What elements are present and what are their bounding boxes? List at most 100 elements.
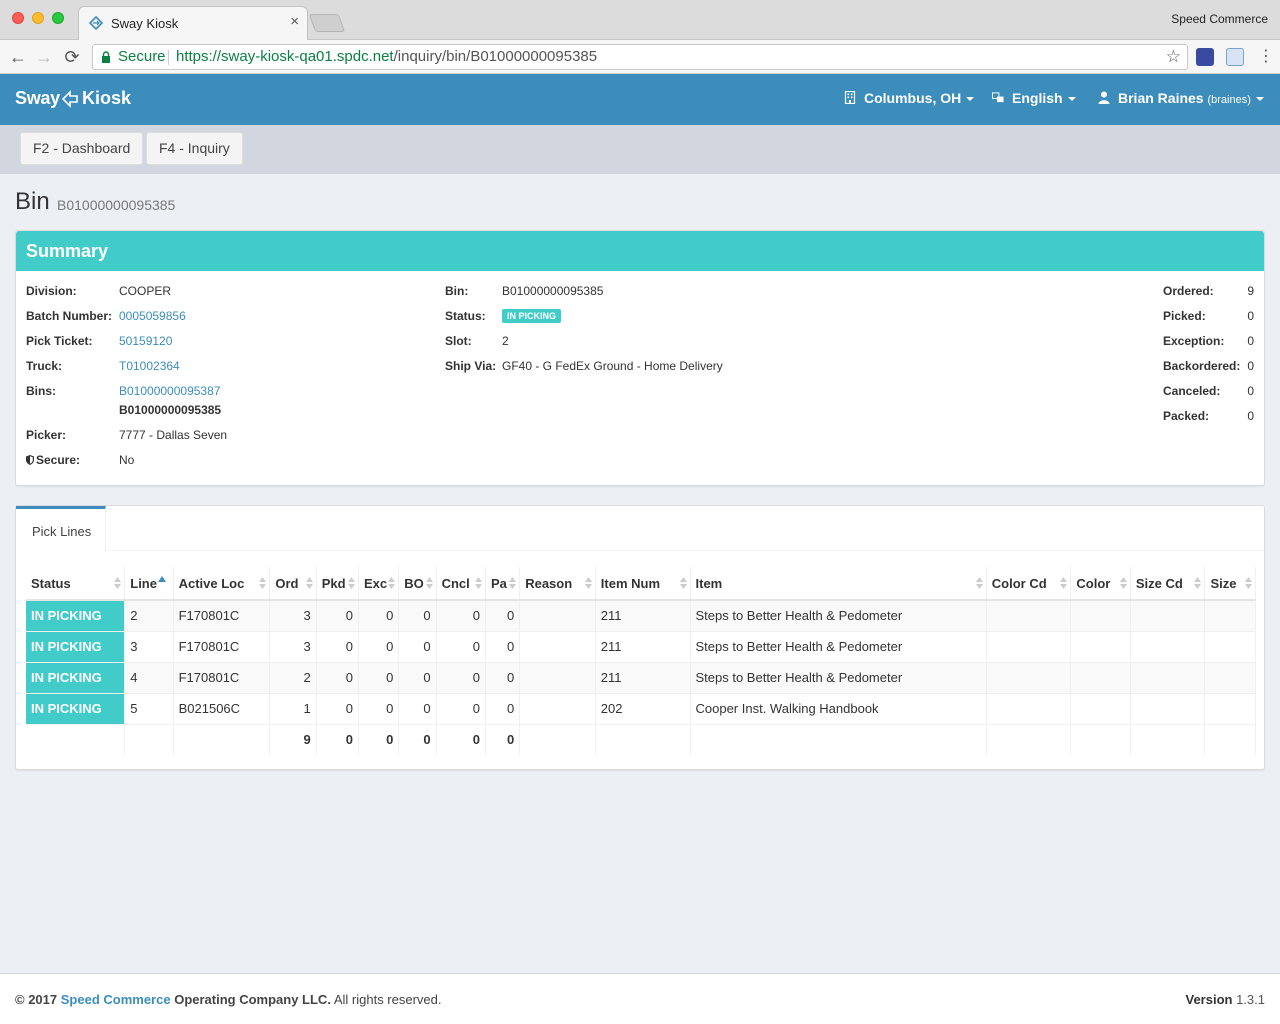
browser-tab-bar: Sway Kiosk × Speed Commerce (0, 0, 1280, 40)
company-link[interactable]: Speed Commerce (61, 992, 171, 1007)
column-label: Active Loc (178, 575, 245, 591)
table-row[interactable]: IN PICKING 5 B021506C 1 0 0 0 0 0 202 Co… (26, 692, 1256, 724)
summary-title: Summary (26, 241, 109, 261)
tab-pick-lines[interactable]: Pick Lines (16, 506, 106, 552)
column-header-status[interactable]: Status (26, 567, 126, 601)
exc-cell: 0 (358, 661, 400, 693)
item-cell: Steps to Better Health & Pedometer (690, 630, 987, 662)
tab-close-icon[interactable]: × (290, 13, 299, 30)
bookmark-star-icon[interactable]: ☆ (1166, 45, 1181, 69)
column-header-color[interactable]: Color (1070, 567, 1131, 601)
secure-value: No (119, 453, 135, 467)
browser-profile-name[interactable]: Speed Commerce (1171, 12, 1268, 26)
language-label: English (1012, 90, 1063, 106)
table-row[interactable]: IN PICKING 4 F170801C 2 0 0 0 0 0 211 St… (26, 661, 1256, 693)
column-header-bo[interactable]: BO (398, 567, 437, 601)
column-header-size[interactable]: Size (1204, 567, 1256, 601)
column-label: Pa (490, 575, 507, 591)
brand-logo-right[interactable]: Kiosk (82, 88, 131, 109)
sort-icon (1119, 577, 1127, 589)
sort-icon (305, 577, 313, 589)
batch-number-label: Batch Number: (26, 309, 113, 323)
back-arrow-icon[interactable]: ← (6, 45, 30, 69)
new-tab-button[interactable] (308, 14, 346, 32)
item-num-cell: 211 (595, 599, 691, 631)
column-label: Item Num (600, 575, 661, 591)
bin-link[interactable]: B01000000095387 (119, 384, 220, 398)
table-row[interactable]: IN PICKING 2 F170801C 3 0 0 0 0 0 211 St… (26, 599, 1256, 631)
picked-label: Picked: (1163, 309, 1206, 323)
canceled-value: 0 (1247, 384, 1254, 398)
user-menu-dropdown[interactable]: Brian Raines (braines) (1098, 90, 1264, 106)
secure-field-label: Secure: (26, 453, 80, 467)
column-header-color-cd[interactable]: Color Cd (986, 567, 1072, 601)
column-header-exc[interactable]: Exc (358, 567, 400, 601)
chevron-down-icon (966, 97, 975, 102)
language-dropdown[interactable]: English (992, 90, 1076, 106)
status-label: Status: (445, 309, 486, 323)
bins-label: Bins: (26, 384, 56, 398)
status-cell: IN PICKING (26, 692, 126, 724)
column-header-item[interactable]: Item (690, 567, 987, 601)
size-cd-cell (1130, 630, 1206, 662)
pick-lines-panel: Pick Lines Status Line Active Loc Ord Pk… (15, 505, 1265, 770)
bo-cell: 0 (398, 661, 437, 693)
inquiry-button[interactable]: F4 - Inquiry (146, 132, 243, 165)
table-row[interactable]: IN PICKING 3 F170801C 3 0 0 0 0 0 211 St… (26, 630, 1256, 662)
window-minimize-button[interactable] (32, 12, 44, 24)
brand-logo-left[interactable]: Sway (15, 88, 60, 109)
window-maximize-button[interactable] (52, 12, 64, 24)
status-cell: IN PICKING (26, 599, 126, 631)
address-bar[interactable]: Secure https://sway-kiosk-qa01.spdc.net/… (92, 44, 1188, 70)
browser-menu-icon[interactable]: ⋮ (1258, 46, 1274, 66)
pkd-cell: 0 (316, 692, 360, 724)
extension-icon[interactable] (1196, 48, 1214, 66)
sort-icon (474, 577, 482, 589)
bin-label: Bin: (445, 284, 469, 298)
bo-cell: 0 (398, 692, 437, 724)
column-header-reason[interactable]: Reason (519, 567, 596, 601)
sort-icon (509, 577, 517, 589)
column-header-cncl[interactable]: Cncl (436, 567, 486, 601)
exception-value: 0 (1247, 334, 1254, 348)
pick-lines-tabs: Pick Lines (16, 506, 1264, 552)
secure-label: Secure (118, 48, 166, 65)
user-name: Brian Raines (1118, 90, 1204, 106)
column-header-active-loc[interactable]: Active Loc (173, 567, 271, 601)
totals-blank-cell (124, 723, 174, 755)
color-cell (1070, 599, 1131, 631)
column-header-pkd[interactable]: Pkd (316, 567, 360, 601)
sort-icon (259, 577, 267, 589)
browser-toolbar: ← → ⟳ Secure https://sway-kiosk-qa01.spd… (0, 40, 1280, 74)
exc-cell: 0 (358, 630, 400, 662)
column-header-size-cd[interactable]: Size Cd (1130, 567, 1206, 601)
batch-number-link[interactable]: 0005059856 (119, 309, 186, 323)
window-close-button[interactable] (12, 12, 24, 24)
item-num-cell: 202 (595, 692, 691, 724)
pick-lines-table: Status Line Active Loc Ord Pkd Exc BO Cn… (26, 567, 1256, 755)
column-header-item-num[interactable]: Item Num (595, 567, 691, 601)
location-dropdown[interactable]: Columbus, OH (844, 90, 975, 106)
column-label: Size (1210, 575, 1237, 591)
column-header-line[interactable]: Line (124, 567, 174, 601)
page-title: Bin (15, 188, 50, 215)
bo-cell: 0 (398, 599, 437, 631)
reload-icon[interactable]: ⟳ (60, 45, 84, 69)
location-label: Columbus, OH (864, 90, 962, 106)
column-header-pa[interactable]: Pa (485, 567, 521, 601)
secure-label-text: Secure: (36, 453, 81, 467)
browser-tab[interactable]: Sway Kiosk × (78, 6, 308, 40)
sort-icon (114, 577, 122, 589)
totals-blank-cell (173, 723, 271, 755)
forward-arrow-icon[interactable]: → (32, 45, 56, 69)
truck-link[interactable]: T01002364 (119, 359, 180, 373)
column-header-ord[interactable]: Ord (269, 567, 317, 601)
dashboard-button[interactable]: F2 - Dashboard (20, 132, 144, 165)
pick-ticket-link[interactable]: 50159120 (119, 334, 172, 348)
sort-icon (1245, 577, 1252, 589)
extension-icon[interactable] (1226, 48, 1244, 66)
summary-header: Summary (16, 231, 1264, 271)
totals-blank-cell (26, 723, 126, 755)
cncl-cell: 0 (436, 630, 486, 662)
ord-cell: 3 (269, 630, 317, 662)
